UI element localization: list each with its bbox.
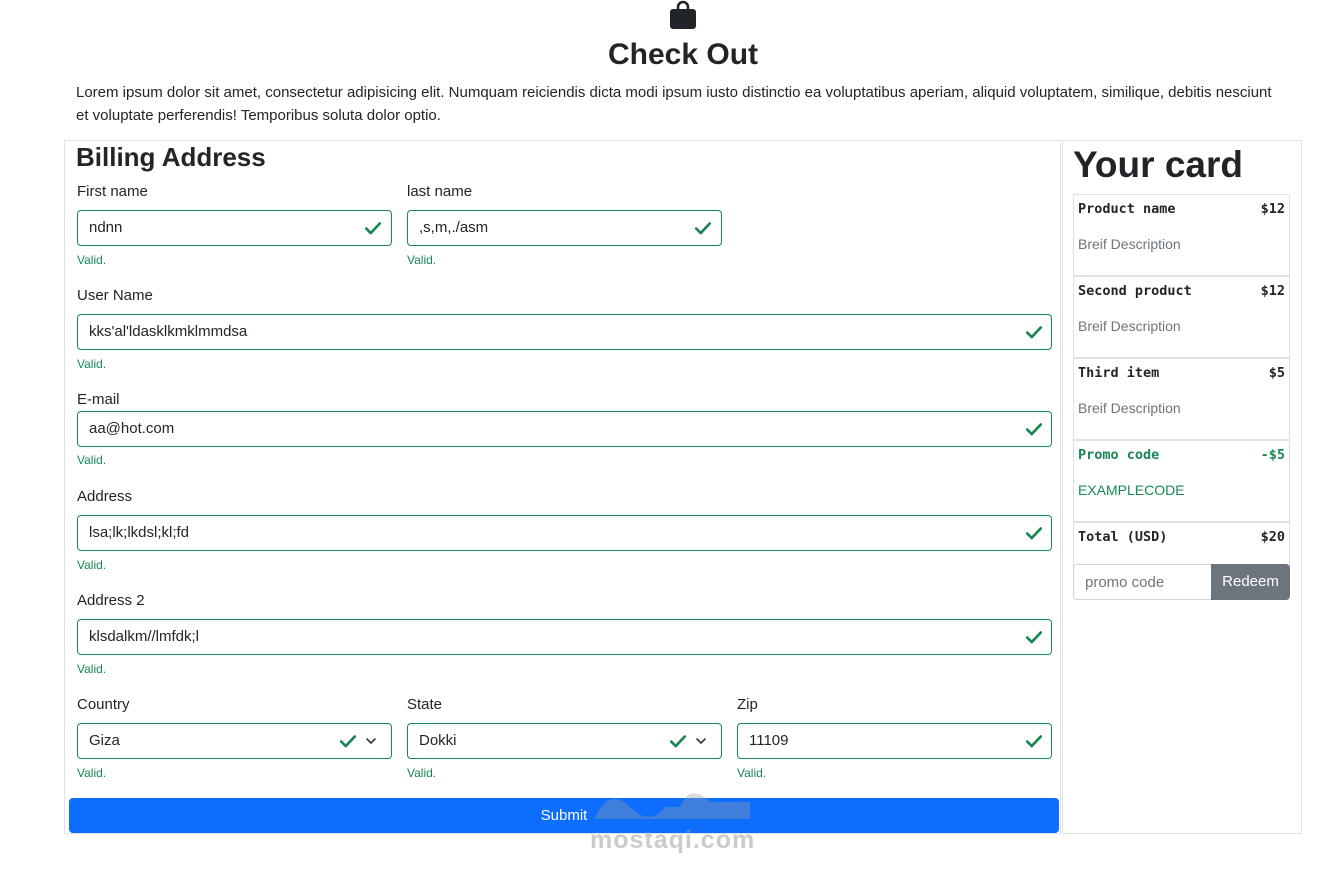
- first-name-input[interactable]: ndnn: [77, 210, 392, 246]
- address2-input[interactable]: klsdalkm//lmfdk;l: [77, 619, 1052, 655]
- promo-row: Promo code -$5 EXAMPLECODE: [1074, 441, 1289, 523]
- cart-item: Third item $5 Breif Description: [1074, 359, 1289, 441]
- chevron-down-icon: [696, 738, 706, 744]
- zip-input[interactable]: 11109: [737, 723, 1052, 759]
- cart-item: Product name $12 Breif Description: [1074, 195, 1289, 277]
- cart-list: Product name $12 Breif Description Secon…: [1073, 194, 1290, 569]
- last-name-label: last name: [407, 183, 473, 200]
- cart-item-description: Breif Description: [1078, 236, 1181, 252]
- check-icon: [1025, 735, 1043, 748]
- page-title: Check Out: [607, 38, 759, 71]
- country-feedback: Valid.: [77, 766, 107, 780]
- promo-discount: -$5: [1260, 447, 1285, 463]
- username-label: User Name: [77, 287, 153, 304]
- address-feedback: Valid.: [77, 558, 107, 572]
- cart-item-price: $12: [1260, 283, 1285, 299]
- cart-item-description: Breif Description: [1078, 318, 1181, 334]
- zip-label: Zip: [737, 696, 758, 713]
- email-value: aa@hot.com: [89, 420, 175, 437]
- address2-feedback: Valid.: [77, 662, 107, 676]
- total-price: $20: [1260, 529, 1285, 545]
- username-value: kks'al'ldasklkmklmmdsa: [89, 323, 248, 340]
- check-icon: [669, 735, 687, 748]
- address-label: Address: [77, 488, 133, 505]
- address2-label: Address 2: [77, 592, 145, 609]
- chevron-down-icon: [366, 738, 376, 744]
- check-icon: [1025, 631, 1043, 644]
- last-name-input[interactable]: ,s,m,./asm: [407, 210, 722, 246]
- total-label: Total (USD): [1078, 529, 1168, 545]
- check-icon: [694, 222, 712, 235]
- promo-code-input[interactable]: [1073, 564, 1212, 600]
- promo-label: Promo code: [1078, 447, 1160, 463]
- cart-item: Second product $12 Breif Description: [1074, 277, 1289, 359]
- shopping-bag-icon: [670, 0, 696, 29]
- last-name-value: ,s,m,./asm: [419, 219, 489, 236]
- check-icon: [364, 222, 382, 235]
- promo-code-value: EXAMPLECODE: [1078, 482, 1185, 498]
- country-value: Giza: [89, 732, 120, 749]
- cart-title: Your card: [1073, 144, 1243, 185]
- cart-item-name: Second product: [1078, 283, 1192, 299]
- check-icon: [1025, 423, 1043, 436]
- email-label: E-mail: [77, 391, 120, 408]
- cart-item-name: Product name: [1078, 201, 1176, 217]
- submit-button[interactable]: Submit: [69, 798, 1059, 833]
- zip-feedback: Valid.: [737, 766, 767, 780]
- email-feedback: Valid.: [77, 453, 107, 467]
- first-name-value: ndnn: [89, 219, 123, 236]
- email-input[interactable]: aa@hot.com: [77, 411, 1052, 447]
- first-name-label: First name: [77, 183, 148, 200]
- check-icon: [1025, 527, 1043, 540]
- address-input[interactable]: lsa;lk;lkdsl;kl;fd: [77, 515, 1052, 551]
- intro-text: Lorem ipsum dolor sit amet, consectetur …: [76, 84, 1272, 124]
- cart-item-description: Breif Description: [1078, 400, 1181, 416]
- username-input[interactable]: kks'al'ldasklkmklmmdsa: [77, 314, 1052, 350]
- total-row: Total (USD) $20: [1074, 523, 1289, 568]
- cart-item-name: Third item: [1078, 365, 1160, 381]
- cart-item-price: $12: [1260, 201, 1285, 217]
- redeem-button[interactable]: Redeem: [1211, 564, 1290, 600]
- country-label: Country: [77, 696, 130, 713]
- cart-item-price: $5: [1268, 365, 1285, 381]
- first-name-feedback: Valid.: [77, 253, 107, 267]
- watermark-text: mostaqi.com: [590, 826, 756, 854]
- check-icon: [1025, 326, 1043, 339]
- zip-value: 11109: [749, 732, 789, 749]
- billing-title: Billing Address: [76, 142, 266, 172]
- address2-value: klsdalkm//lmfdk;l: [89, 628, 200, 645]
- state-value: Dokki: [419, 732, 457, 749]
- check-icon: [339, 735, 357, 748]
- address-value: lsa;lk;lkdsl;kl;fd: [89, 524, 190, 541]
- state-feedback: Valid.: [407, 766, 437, 780]
- last-name-feedback: Valid.: [407, 253, 437, 267]
- state-label: State: [407, 696, 443, 713]
- username-feedback: Valid.: [77, 357, 107, 371]
